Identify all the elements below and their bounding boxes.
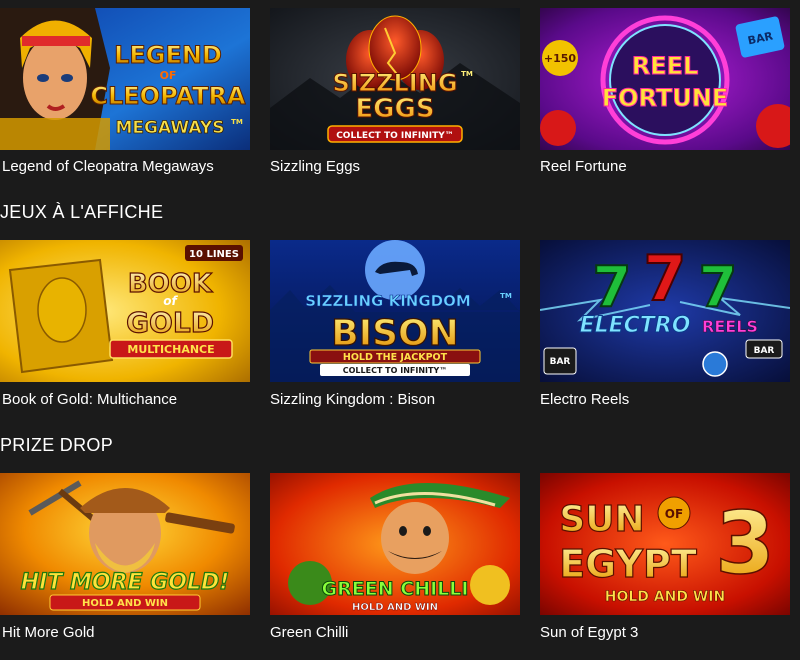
art-seven-center: 7 bbox=[643, 242, 686, 315]
game-thumbnail: SIZZLING TM EGGS COLLECT TO INFINITY™ bbox=[270, 8, 520, 150]
art-line2: REELS bbox=[702, 317, 758, 336]
art-line2: EGYPT bbox=[559, 542, 697, 586]
art-banner2: COLLECT TO INFINITY™ bbox=[343, 366, 448, 375]
art-num: 3 bbox=[715, 494, 775, 594]
game-thumbnail: SIZZLING KINGDOM TM BISON HOLD THE JACKP… bbox=[270, 240, 520, 382]
art-line1: GREEN CHILLI bbox=[322, 578, 469, 600]
art-line1: REEL bbox=[632, 52, 699, 80]
art-banner: MULTICHANCE bbox=[127, 343, 214, 356]
game-title[interactable]: Sizzling Kingdom : Bison bbox=[270, 391, 435, 409]
art-line1: SUN bbox=[559, 499, 644, 540]
game-title[interactable]: Reel Fortune bbox=[540, 158, 627, 176]
art-line3: MEGAWAYS bbox=[116, 118, 225, 138]
game-thumbnail: 10 LINES BOOK of GOLD MULTICHANCE bbox=[0, 240, 250, 382]
art-tm: TM bbox=[461, 70, 473, 78]
game-thumbnail: HIT MORE GOLD! HOLD AND WIN bbox=[0, 473, 250, 615]
game-title[interactable]: Electro Reels bbox=[540, 391, 629, 409]
game-tile-green-chilli[interactable]: GREEN CHILLI HOLD AND WIN bbox=[270, 473, 520, 615]
art-line2: EGGS bbox=[355, 94, 434, 124]
game-thumbnail: 7 7 7 ELECTRO REELS BAR BAR bbox=[540, 240, 790, 382]
game-title[interactable]: Sizzling Eggs bbox=[270, 158, 360, 176]
game-tile-reel-fortune[interactable]: BAR +150 REEL FORTUNE bbox=[540, 8, 790, 150]
art-tm: TM bbox=[500, 292, 512, 300]
game-title[interactable]: Book of Gold: Multichance bbox=[2, 391, 177, 409]
game-tile-legend-of-cleopatra-megaways[interactable]: LEGEND OF CLEOPATRA MEGAWAYS TM bbox=[0, 8, 250, 150]
art-line1: SIZZLING KINGDOM bbox=[305, 292, 471, 310]
art-of: OF bbox=[160, 69, 177, 82]
art-line2: CLEOPATRA bbox=[90, 82, 246, 110]
game-title[interactable]: Sun of Egypt 3 bbox=[540, 624, 638, 642]
game-tile-hit-more-gold[interactable]: HIT MORE GOLD! HOLD AND WIN bbox=[0, 473, 250, 615]
game-title[interactable]: Hit More Gold bbox=[2, 624, 95, 642]
art-banner1: HOLD THE JACKPOT bbox=[343, 352, 448, 363]
game-title[interactable]: Green Chilli bbox=[270, 624, 348, 642]
art-banner: HOLD AND WIN bbox=[352, 602, 438, 613]
art-seven-left: 7 bbox=[593, 255, 632, 320]
art-line1: HIT MORE GOLD! bbox=[21, 570, 230, 595]
game-thumbnail: BAR +150 REEL FORTUNE bbox=[540, 8, 790, 150]
art-line2: FORTUNE bbox=[602, 84, 729, 112]
game-tile-electro-reels[interactable]: 7 7 7 ELECTRO REELS BAR BAR bbox=[540, 240, 790, 382]
game-tile-sizzling-kingdom-bison[interactable]: SIZZLING KINGDOM TM BISON HOLD THE JACKP… bbox=[270, 240, 520, 382]
section-heading-prize-drop: PRIZE DROP bbox=[0, 435, 114, 455]
art-banner: HOLD AND WIN bbox=[605, 589, 725, 605]
art-line2: BISON bbox=[331, 313, 459, 354]
game-thumbnail: GREEN CHILLI HOLD AND WIN bbox=[270, 473, 520, 615]
game-tile-sizzling-eggs[interactable]: SIZZLING TM EGGS COLLECT TO INFINITY™ bbox=[270, 8, 520, 150]
art-line1: LEGEND bbox=[114, 41, 222, 69]
art-tm: TM bbox=[231, 118, 243, 126]
art-bar-left: BAR bbox=[550, 357, 571, 367]
game-tile-book-of-gold-multichance[interactable]: 10 LINES BOOK of GOLD MULTICHANCE bbox=[0, 240, 250, 382]
art-line1: ELECTRO bbox=[580, 313, 691, 338]
art-of: OF bbox=[665, 507, 683, 521]
art-seven-right: 7 bbox=[699, 255, 738, 320]
art-banner: COLLECT TO INFINITY™ bbox=[336, 131, 454, 141]
game-thumbnail: LEGEND OF CLEOPATRA MEGAWAYS TM bbox=[0, 8, 250, 150]
game-tile-sun-of-egypt-3[interactable]: SUN OF EGYPT 3 HOLD AND WIN bbox=[540, 473, 790, 615]
game-thumbnail: SUN OF EGYPT 3 HOLD AND WIN bbox=[540, 473, 790, 615]
art-badge: +150 bbox=[544, 52, 577, 65]
art-lines: 10 LINES bbox=[189, 249, 239, 260]
art-bar-right: BAR bbox=[754, 346, 775, 356]
game-title[interactable]: Legend of Cleopatra Megaways bbox=[2, 158, 214, 176]
art-line1: SIZZLING bbox=[332, 69, 457, 97]
art-banner: HOLD AND WIN bbox=[82, 598, 168, 609]
art-line2: GOLD bbox=[126, 306, 214, 339]
section-heading-featured: JEUX À L'AFFICHE bbox=[0, 202, 164, 222]
